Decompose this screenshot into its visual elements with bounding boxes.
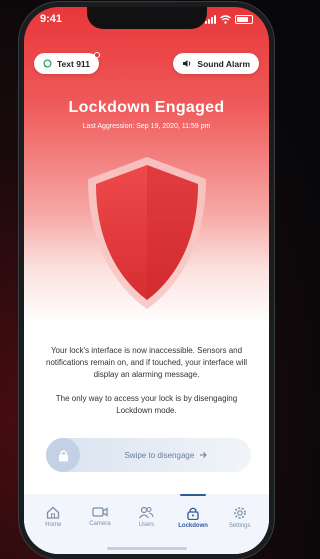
tab-label: Camera bbox=[89, 521, 111, 527]
slider-knob[interactable] bbox=[46, 438, 80, 472]
sound-alarm-button[interactable]: Sound Alarm bbox=[173, 53, 259, 74]
tab-label: Lockdown bbox=[178, 523, 208, 529]
notification-dot bbox=[93, 52, 100, 58]
tab-home[interactable]: Home bbox=[33, 506, 73, 554]
tab-label: Settings bbox=[228, 523, 251, 529]
camera-icon bbox=[92, 507, 108, 517]
text-911-label: Text 911 bbox=[57, 58, 90, 69]
tab-label: Users bbox=[138, 522, 155, 528]
sound-alarm-label: Sound Alarm bbox=[197, 58, 250, 69]
status-time: 9:41 bbox=[40, 13, 63, 25]
page-title: Lockdown Engaged bbox=[68, 99, 225, 116]
lock-icon bbox=[58, 449, 68, 461]
arrow-right-icon bbox=[199, 451, 207, 458]
battery-icon bbox=[235, 14, 253, 24]
gear-icon bbox=[233, 507, 246, 519]
app-screen: 9:41 Text 911 Sound Alarm Lockdown Engag… bbox=[24, 7, 269, 554]
phone-frame: 9:41 Text 911 Sound Alarm Lockdown Engag… bbox=[19, 2, 274, 559]
last-aggression-text: Last Aggression: Sep 19, 2020, 11:59 pm bbox=[82, 123, 211, 130]
signal-icon bbox=[205, 14, 216, 24]
lock-icon bbox=[187, 507, 199, 520]
swipe-to-disengage-slider[interactable]: Swipe to disengage bbox=[46, 438, 251, 472]
tab-label: Home bbox=[45, 522, 62, 528]
message-icon bbox=[43, 59, 52, 68]
swipe-label: Swipe to disengage bbox=[80, 451, 251, 460]
wifi-icon bbox=[220, 14, 231, 24]
text-911-button[interactable]: Text 911 bbox=[34, 52, 100, 74]
lockdown-message: Your lock's interface is now inaccessibl… bbox=[46, 346, 247, 379]
home-indicator bbox=[106, 547, 187, 550]
status-bar: 9:41 bbox=[40, 13, 253, 25]
tab-settings[interactable]: Settings bbox=[220, 506, 260, 554]
home-icon bbox=[47, 506, 60, 519]
users-icon bbox=[139, 506, 155, 519]
tab-bar: Home Camera Users Lockdown Settings bbox=[24, 494, 269, 554]
speaker-icon bbox=[183, 60, 191, 67]
disengage-message: The only way to access your lock is by d… bbox=[55, 394, 238, 415]
shield-icon bbox=[87, 157, 206, 309]
